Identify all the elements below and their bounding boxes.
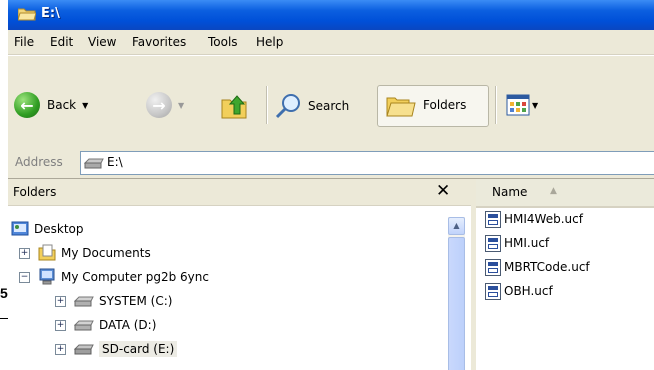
folders-pane-header: Folders ✕ (8, 179, 471, 206)
file-name: HMI4Web.ucf (504, 212, 583, 226)
menu-help[interactable]: Help (256, 35, 283, 49)
folders-icon (386, 97, 416, 117)
forward-button[interactable]: → ▼ (146, 92, 184, 118)
tree-item-label: My Documents (61, 246, 151, 260)
folders-pane: Folders ✕ Desktop + My Documents − My Co… (8, 179, 471, 370)
toolbar-row: ← Back ▼ → ▼ Search Folders ▼ (8, 55, 654, 151)
tree-item-my-documents[interactable]: + My Documents (19, 243, 151, 263)
file-name: OBH.ucf (504, 284, 553, 298)
file-name: MBRTCode.ucf (504, 260, 590, 274)
page-margin-number: 5 (0, 285, 8, 301)
expand-icon[interactable]: + (55, 343, 66, 355)
toolbar-separator (495, 86, 497, 124)
folders-scrollbar[interactable]: ▲ (448, 217, 465, 370)
window-title: E:\ (41, 6, 60, 21)
back-button[interactable]: ← Back ▼ (14, 92, 88, 118)
scrollbar-thumb[interactable] (448, 237, 465, 370)
expand-icon[interactable]: + (55, 319, 66, 331)
files-pane: Name ▲ HMI4Web.ucf HMI.ucf MBRTCode.ucf … (474, 179, 654, 370)
menu-edit[interactable]: Edit (50, 35, 73, 49)
sort-ascending-icon: ▲ (550, 186, 557, 196)
folders-pane-title: Folders (13, 185, 57, 199)
address-field[interactable]: E:\ (80, 151, 654, 175)
menu-bar: File Edit View Favorites Tools Help (8, 30, 654, 55)
folders-button[interactable]: Folders (377, 85, 489, 127)
tree-item-system-drive[interactable]: + SYSTEM (C:) (55, 291, 172, 311)
ucf-file-icon (485, 282, 501, 300)
close-icon[interactable]: ✕ (436, 181, 450, 201)
file-name: HMI.ucf (504, 236, 550, 250)
up-folder-icon[interactable] (220, 92, 250, 120)
tree-item-label: SYSTEM (C:) (99, 294, 173, 308)
file-item[interactable]: HMI.ucf (485, 233, 549, 253)
file-item[interactable]: OBH.ucf (485, 281, 553, 301)
back-arrow-icon: ← (14, 92, 40, 118)
menu-file[interactable]: File (14, 35, 34, 49)
folders-label: Folders (423, 98, 467, 112)
scroll-up-icon[interactable]: ▲ (448, 217, 465, 235)
ucf-file-icon (485, 258, 501, 276)
my-documents-icon (38, 244, 56, 261)
tree-item-label: DATA (D:) (99, 318, 157, 332)
drive-icon (74, 296, 94, 307)
address-bar: Address E:\ (8, 148, 654, 179)
removable-drive-icon (74, 344, 94, 355)
tree-item-desktop[interactable]: Desktop (11, 219, 84, 239)
title-bar[interactable]: E:\ (8, 0, 654, 30)
back-label: Back (47, 98, 77, 112)
search-button[interactable]: Search (274, 92, 349, 120)
desktop-icon (11, 221, 29, 236)
tree-item-data-drive[interactable]: + DATA (D:) (55, 315, 156, 335)
column-label: Name (492, 185, 528, 199)
search-icon (275, 94, 300, 119)
address-label: Address (15, 155, 63, 169)
menu-view[interactable]: View (88, 35, 116, 49)
name-column-header[interactable]: Name ▲ (476, 179, 654, 208)
drive-icon (84, 158, 104, 169)
explorer-window: E:\ File Edit View Favorites Tools Help … (8, 0, 654, 370)
collapse-icon[interactable]: − (19, 271, 30, 283)
toolbar-separator (266, 86, 268, 124)
forward-dropdown-icon[interactable]: ▼ (178, 101, 184, 110)
ucf-file-icon (485, 210, 501, 228)
my-computer-icon (39, 268, 55, 285)
tree-item-label: SD-card (E:) (99, 341, 178, 357)
standard-toolbar: ← Back ▼ → ▼ Search Folders ▼ (8, 55, 654, 151)
views-dropdown-icon[interactable]: ▼ (532, 101, 538, 110)
address-value: E:\ (107, 155, 123, 169)
tree-item-label: Desktop (34, 222, 84, 236)
folder-icon (18, 8, 36, 21)
file-item[interactable]: MBRTCode.ucf (485, 257, 590, 277)
tree-item-sd-card[interactable]: + SD-card (E:) (55, 339, 178, 359)
ucf-file-icon (485, 234, 501, 252)
back-dropdown-icon[interactable]: ▼ (82, 101, 88, 110)
forward-arrow-icon: → (146, 92, 172, 118)
views-button[interactable]: ▼ (506, 94, 538, 116)
menu-tools[interactable]: Tools (208, 35, 238, 49)
tree-item-my-computer[interactable]: − My Computer pg2b 6ync (19, 267, 209, 287)
menu-favorites[interactable]: Favorites (132, 35, 186, 49)
search-label: Search (308, 99, 350, 113)
expand-icon[interactable]: + (19, 247, 30, 259)
expand-icon[interactable]: + (55, 295, 66, 307)
file-item[interactable]: HMI4Web.ucf (485, 209, 583, 229)
drive-icon (74, 320, 94, 331)
tree-item-label: My Computer pg2b 6ync (61, 270, 209, 284)
views-icon (506, 94, 530, 116)
